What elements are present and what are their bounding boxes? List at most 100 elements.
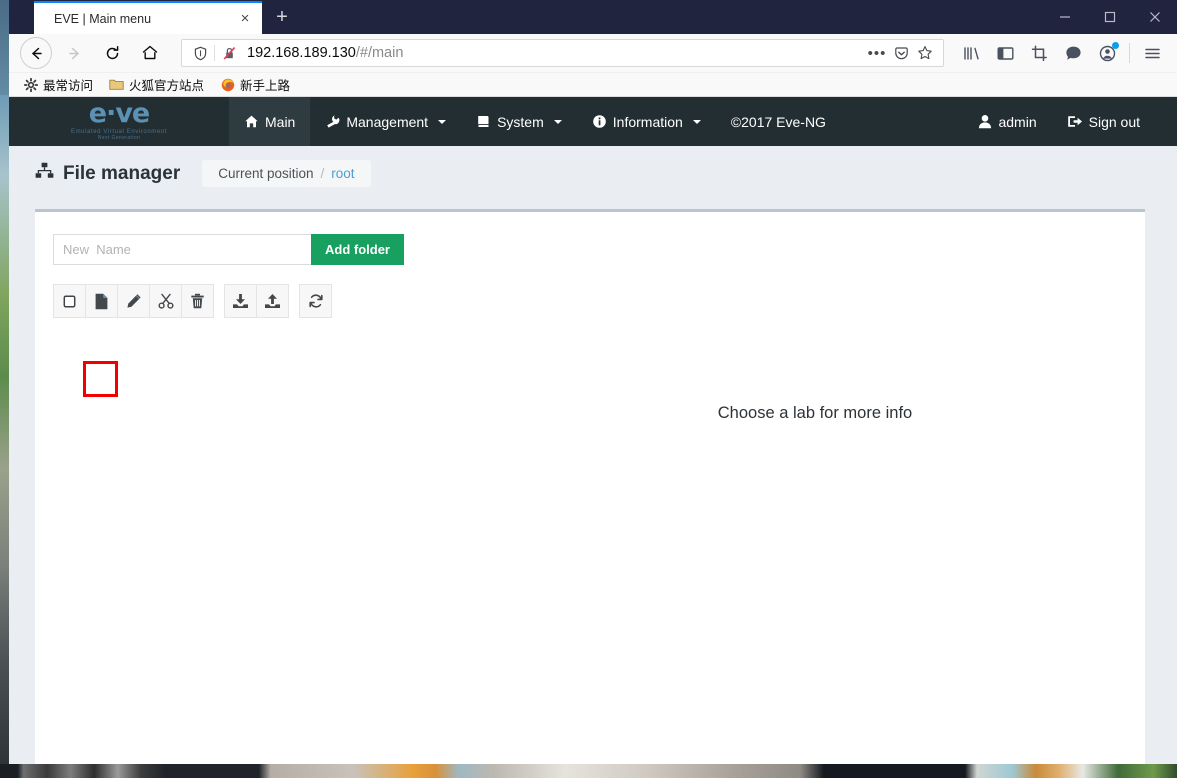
sitemap-icon	[35, 162, 54, 185]
gear-icon	[23, 77, 38, 92]
bookmark-label: 最常访问	[43, 79, 94, 93]
messenger-icon[interactable]	[1058, 38, 1088, 68]
shield-icon[interactable]	[188, 46, 212, 61]
empty-state-hint: Choose a lab for more info	[717, 404, 913, 422]
file-manager-panel: Add folder	[35, 209, 1145, 764]
nav-item-label: Main	[265, 113, 296, 130]
browser-tab-active[interactable]: EVE | Main menu ×	[34, 1, 262, 34]
hamburger-menu-icon[interactable]	[1137, 38, 1167, 68]
page-title: File manager	[35, 162, 180, 185]
star-icon[interactable]	[913, 41, 937, 65]
bookmark-most-visited[interactable]: 最常访问	[23, 75, 93, 94]
file-manager-controls: Add folder	[35, 212, 635, 318]
refresh-button[interactable]	[299, 284, 332, 318]
breadcrumb-path-root[interactable]: root	[331, 166, 354, 181]
book-icon	[476, 114, 491, 129]
page-actions-icon[interactable]: •••	[865, 41, 889, 65]
nav-item-signout[interactable]: Sign out	[1052, 97, 1155, 146]
forward-arrow-icon[interactable]	[58, 37, 90, 69]
firefox-browser-window: EVE | Main menu × + 192.168.189.130/#/ma…	[9, 0, 1177, 764]
pocket-icon[interactable]	[889, 41, 913, 65]
bookmark-label: 火狐官方站点	[129, 79, 205, 93]
page-title-label: File manager	[63, 162, 181, 184]
upload-button[interactable]	[256, 284, 289, 318]
reload-icon[interactable]	[96, 37, 128, 69]
desktop-taskbar-strip	[0, 764, 1177, 778]
toolbar-divider	[1129, 43, 1130, 63]
web-page-content: e·ve Emulated Virtual Environment Next G…	[9, 97, 1177, 764]
page-header: File manager Current position / root	[9, 146, 1177, 201]
copyright-label: ©2017 Eve-NG	[730, 113, 826, 130]
window-maximize-button[interactable]	[1087, 0, 1132, 34]
add-folder-button[interactable]: Add folder	[311, 234, 404, 265]
eve-logo-subtitle-2: Next Generation	[97, 134, 141, 141]
toolbar-group-transfer	[224, 284, 289, 318]
info-circle-icon	[592, 114, 607, 129]
folder-icon	[109, 77, 124, 92]
home-icon[interactable]	[134, 37, 166, 69]
nav-item-label: Sign out	[1088, 113, 1140, 130]
tab-strip: EVE | Main menu × +	[9, 0, 298, 34]
nav-item-system[interactable]: System	[461, 97, 577, 146]
nav-item-label: System	[497, 113, 544, 130]
eve-logo-text: e·ve	[88, 98, 150, 130]
url-bar[interactable]: 192.168.189.130/#/main •••	[181, 39, 944, 67]
cut-button[interactable]	[149, 284, 182, 318]
account-badge	[1112, 42, 1119, 49]
window-controls	[1042, 0, 1177, 34]
signout-icon	[1067, 114, 1083, 129]
nav-item-user[interactable]: admin	[963, 97, 1051, 146]
tab-title: EVE | Main menu	[54, 11, 152, 26]
window-close-button[interactable]	[1132, 0, 1177, 34]
broken-lock-icon[interactable]	[217, 46, 241, 61]
download-button[interactable]	[224, 284, 257, 318]
new-file-button[interactable]	[85, 284, 118, 318]
user-icon	[978, 114, 992, 129]
urlbar-divider	[214, 45, 215, 61]
nav-item-label: admin	[998, 113, 1037, 130]
url-text[interactable]: 192.168.189.130/#/main	[241, 45, 865, 61]
breadcrumb-separator: /	[320, 166, 325, 181]
toolbar-group-refresh	[299, 284, 332, 318]
eve-logo[interactable]: e·ve Emulated Virtual Environment Next G…	[9, 97, 229, 146]
new-name-input[interactable]	[53, 234, 311, 265]
bookmarks-bar: 最常访问 火狐官方站点 新手上路	[9, 73, 1177, 97]
library-icon[interactable]	[956, 38, 986, 68]
wrench-icon	[325, 114, 340, 129]
screenshot-icon[interactable]	[1024, 38, 1054, 68]
browser-navigation-toolbar: 192.168.189.130/#/main •••	[9, 34, 1177, 73]
chevron-down-icon	[438, 119, 447, 124]
account-icon[interactable]	[1092, 38, 1122, 68]
select-all-checkbox[interactable]	[53, 284, 86, 318]
bookmark-firefox-official[interactable]: 火狐官方站点	[109, 75, 204, 94]
nav-item-information[interactable]: Information	[577, 97, 716, 146]
bookmark-label: 新手上路	[240, 79, 291, 93]
firefox-icon	[220, 77, 235, 92]
nav-item-label: Information	[612, 113, 683, 130]
nav-item-copyright: ©2017 Eve-NG	[716, 97, 841, 146]
new-tab-button[interactable]: +	[266, 2, 298, 32]
chevron-down-icon	[692, 119, 701, 124]
file-manager-toolbar	[53, 284, 635, 318]
home-icon	[244, 114, 259, 129]
nav-item-main[interactable]: Main	[229, 97, 311, 146]
nav-item-label: Management	[346, 113, 429, 130]
new-folder-row: Add folder	[53, 234, 635, 265]
delete-button[interactable]	[181, 284, 214, 318]
breadcrumb: Current position / root	[202, 160, 371, 187]
nav-item-management[interactable]: Management	[310, 97, 461, 146]
bookmark-getting-started[interactable]: 新手上路	[220, 75, 290, 94]
tab-close-icon[interactable]: ×	[234, 8, 256, 30]
eve-navbar-right: admin Sign out	[963, 97, 1177, 146]
chevron-down-icon	[553, 119, 562, 124]
breadcrumb-current-label: Current position	[218, 166, 314, 181]
browser-titlebar: EVE | Main menu × +	[9, 0, 1177, 34]
rename-button[interactable]	[117, 284, 150, 318]
window-minimize-button[interactable]	[1042, 0, 1087, 34]
browser-toolbar-icons	[954, 38, 1169, 68]
sidebar-icon[interactable]	[990, 38, 1020, 68]
eve-navbar: e·ve Emulated Virtual Environment Next G…	[9, 97, 1177, 146]
back-arrow-icon[interactable]	[20, 37, 52, 69]
toolbar-group-primary	[53, 284, 214, 318]
desktop-wallpaper-left-strip	[0, 95, 9, 764]
